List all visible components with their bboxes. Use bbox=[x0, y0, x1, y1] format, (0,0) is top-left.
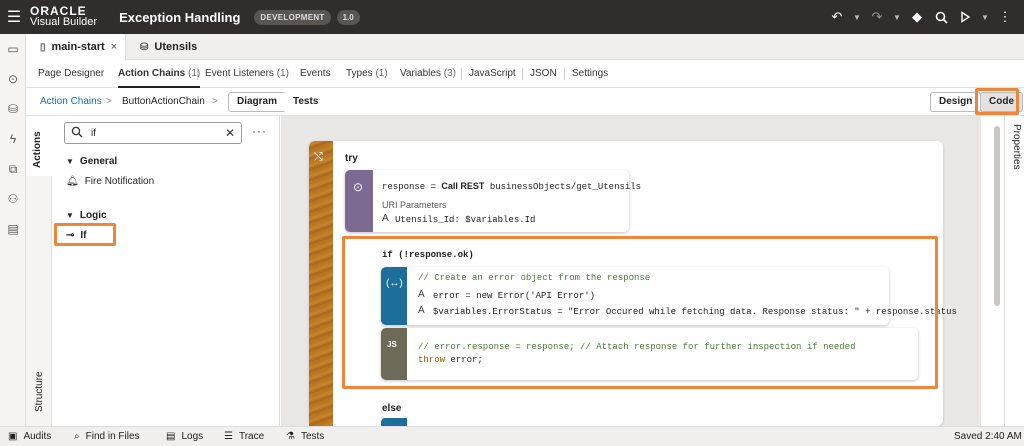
canvas-scrollbar[interactable] bbox=[994, 126, 1000, 306]
properties-side-tab[interactable]: Properties bbox=[1004, 116, 1024, 426]
trace-icon: ☰ bbox=[224, 431, 233, 442]
database-icon[interactable]: ⛁ bbox=[0, 102, 26, 116]
structure-side-tab-label: Structure bbox=[34, 371, 45, 412]
group-logic[interactable]: ▼ Logic bbox=[66, 210, 107, 221]
close-icon[interactable]: × bbox=[111, 41, 117, 53]
action-fire-notification[interactable]: 🔔︎ Fire Notification bbox=[66, 176, 154, 187]
audits-icon: ▣ bbox=[8, 431, 18, 442]
find-in-files-button[interactable]: ⌕ Find in Files bbox=[74, 427, 140, 446]
tab-events[interactable]: Events bbox=[300, 60, 331, 88]
try-catch-bar bbox=[309, 141, 333, 426]
if-action-highlight bbox=[54, 223, 116, 246]
tab-label: Utensils bbox=[154, 41, 198, 53]
people-icon[interactable]: ⚇ bbox=[0, 192, 26, 206]
bell-icon: 🔔︎ bbox=[66, 176, 79, 187]
search-icon bbox=[71, 126, 83, 141]
else-label: else bbox=[382, 403, 402, 414]
tab-json[interactable]: JSON bbox=[530, 60, 557, 88]
more-options-icon[interactable]: ··· bbox=[252, 124, 267, 138]
flask-icon: ⚗ bbox=[286, 431, 295, 442]
top-bar: ☰ ORACLE Visual Builder Exception Handli… bbox=[0, 0, 1024, 34]
app-title: Exception Handling bbox=[119, 9, 241, 25]
document-icon[interactable]: ▤ bbox=[0, 222, 26, 236]
components-icon[interactable]: ⧉ bbox=[0, 162, 26, 177]
group-general[interactable]: ▼ General bbox=[66, 156, 117, 167]
logs-icon: ▤ bbox=[166, 431, 176, 442]
search-value: if bbox=[91, 128, 96, 139]
services-icon[interactable]: ⊙ bbox=[0, 72, 26, 86]
uri-parameters-label: URI Parameters bbox=[382, 200, 447, 210]
breadcrumb-separator: > bbox=[106, 96, 112, 107]
tab-label: main-start bbox=[51, 41, 105, 53]
design-button[interactable]: Design bbox=[930, 92, 982, 112]
tab-main-start[interactable]: ▯ main-start × bbox=[26, 34, 126, 60]
search-icon: ⌕ bbox=[74, 431, 80, 442]
logs-button[interactable]: ▤ Logs bbox=[166, 427, 203, 446]
clear-icon[interactable]: ✕ bbox=[225, 126, 235, 140]
actions-side-tab[interactable]: Actions bbox=[26, 116, 52, 176]
search-icon[interactable] bbox=[932, 8, 950, 26]
tests-bottom-button[interactable]: ⚗ Tests bbox=[286, 427, 324, 446]
assign-icon: A bbox=[382, 213, 389, 224]
tab-types[interactable]: Types (1) bbox=[346, 60, 388, 88]
bottom-bar: ▣ Audits ⌕ Find in Files ▤ Logs ☰ Trace ⚗ Tes… bbox=[0, 426, 1024, 446]
uri-parameter: Utensils_Id: $variables.Id bbox=[395, 215, 536, 225]
product-name: Visual Builder bbox=[30, 16, 98, 28]
menu-icon[interactable]: ☰ bbox=[0, 0, 28, 34]
git-icon[interactable]: ◆ bbox=[908, 8, 926, 26]
else-bar bbox=[381, 418, 407, 426]
trace-button[interactable]: ☰ Trace bbox=[224, 427, 264, 446]
monitor-icon[interactable]: ▭ bbox=[0, 42, 26, 56]
breadcrumb-current: ButtonActionChain bbox=[122, 96, 205, 107]
audits-button[interactable]: ▣ Audits bbox=[8, 427, 51, 446]
try-label: try bbox=[345, 153, 358, 164]
process-icon[interactable]: ϟ bbox=[0, 132, 26, 146]
actions-panel: if ✕ ··· ▼ General 🔔︎ Fire Notification ▼ L… bbox=[52, 116, 280, 426]
version-badge: 1.0 bbox=[336, 9, 360, 25]
chevron-down-icon[interactable]: ▼ bbox=[852, 8, 862, 26]
if-block-highlight bbox=[342, 236, 938, 389]
tab-event-listeners[interactable]: Event Listeners (1) bbox=[205, 60, 289, 88]
breadcrumb-separator: > bbox=[212, 96, 218, 107]
tab-action-chains[interactable]: Action Chains (1) bbox=[118, 60, 201, 88]
try-catch-icon: ⤭ bbox=[314, 151, 323, 163]
undo-icon[interactable]: ↶ bbox=[828, 8, 846, 26]
section-tabs: Page Designer Action Chains (1) Event Li… bbox=[26, 60, 1024, 88]
save-status: Saved 2:40 AM bbox=[954, 431, 1022, 442]
left-rail: ▭ ⊙ ⛁ ϟ ⧉ ⚇ ▤ bbox=[0, 34, 26, 426]
chevron-down-icon[interactable]: ▼ bbox=[980, 8, 990, 26]
rest-call-line: response = Call REST businessObjects/get… bbox=[382, 181, 642, 192]
properties-side-tab-label: Properties bbox=[1011, 124, 1022, 170]
file-tab-strip: ▯ main-start × ⛁ Utensils bbox=[26, 34, 1024, 60]
more-icon[interactable]: ⋮ bbox=[996, 8, 1014, 26]
structure-side-tab[interactable]: Structure bbox=[26, 176, 52, 426]
search-input[interactable]: if ✕ bbox=[64, 122, 242, 144]
page-icon: ▯ bbox=[40, 41, 46, 53]
actions-side-tab-label: Actions bbox=[32, 131, 43, 168]
tab-javascript[interactable]: JavaScript bbox=[469, 60, 516, 88]
diagram-button[interactable]: Diagram bbox=[228, 92, 287, 112]
code-button-highlight bbox=[975, 88, 1019, 115]
business-object-icon: ⛁ bbox=[140, 41, 149, 53]
tab-variables[interactable]: Variables (3) bbox=[400, 60, 456, 88]
tab-page-designer[interactable]: Page Designer bbox=[38, 60, 104, 88]
breadcrumb: Action Chains > ButtonActionChain > Diag… bbox=[26, 88, 1024, 116]
redo-icon[interactable]: ↷ bbox=[868, 8, 886, 26]
run-icon[interactable] bbox=[956, 8, 974, 26]
tests-button[interactable]: Tests bbox=[284, 92, 328, 112]
tab-utensils[interactable]: ⛁ Utensils bbox=[136, 34, 226, 60]
environment-badge: DEVELOPMENT bbox=[254, 9, 331, 25]
tab-settings[interactable]: Settings bbox=[572, 60, 608, 88]
breadcrumb-action-chains[interactable]: Action Chains bbox=[40, 88, 102, 116]
rest-icon: ⊙ bbox=[353, 180, 364, 194]
oracle-logo: ORACLE Visual Builder bbox=[30, 5, 98, 28]
chevron-down-icon[interactable]: ▼ bbox=[892, 8, 902, 26]
